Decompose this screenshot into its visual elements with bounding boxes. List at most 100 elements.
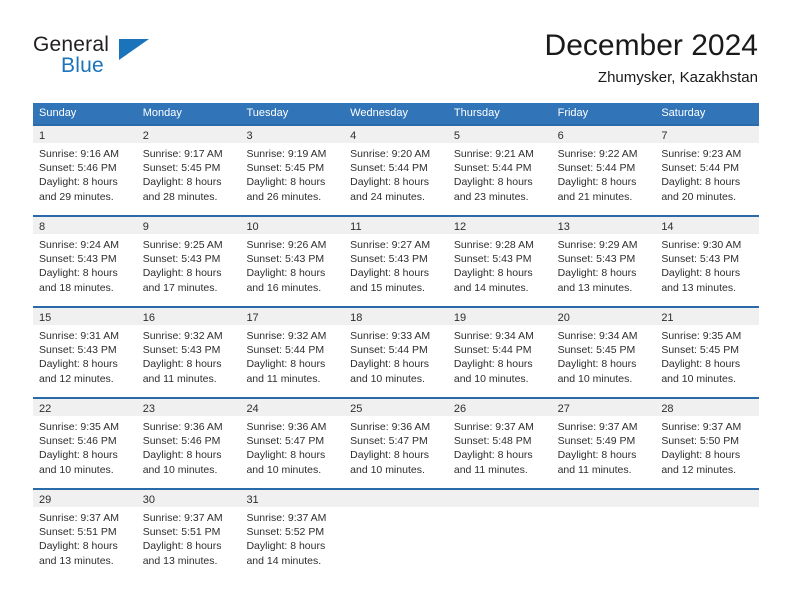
day-details: Sunrise: 9:36 AM Sunset: 5:46 PM Daylight:…: [137, 416, 241, 477]
weekday-header-wednesday: Wednesday: [350, 107, 409, 119]
daylight-text-line1: Daylight: 8 hours: [39, 358, 118, 371]
day-cell[interactable]: 24 Sunrise: 9:36 AM Sunset: 5:47 PM Dayligh…: [240, 399, 345, 486]
day-details: Sunrise: 9:24 AM Sunset: 5:43 PM Daylight:…: [33, 234, 137, 295]
day-cell[interactable]: 9 Sunrise: 9:25 AM Sunset: 5:43 PM Daylight…: [136, 217, 241, 304]
daylight-text-line1: Daylight: 8 hours: [246, 449, 326, 462]
day-number: 6: [557, 130, 564, 142]
daylight-text-line2: and 11 minutes.: [142, 372, 217, 385]
sunrise-text: Sunrise: 9:21 AM: [453, 148, 534, 160]
day-cell[interactable]: 1 Sunrise: 9:16 AM Sunset: 5:46 PM Daylight…: [33, 126, 137, 213]
day-cell[interactable]: 17 Sunrise: 9:32 AM Sunset: 5:44 PM Dayligh…: [240, 308, 345, 395]
daylight-text-line2: and 18 minutes.: [39, 281, 114, 294]
sunset-text: Sunset: 5:46 PM: [142, 435, 221, 448]
day-details: Sunrise: 9:35 AM Sunset: 5:45 PM Daylight:…: [655, 325, 759, 386]
daylight-text-line2: and 15 minutes.: [350, 281, 425, 294]
day-cell[interactable]: 11 Sunrise: 9:27 AM Sunset: 5:43 PM Dayligh…: [344, 217, 448, 304]
day-number: 29: [39, 494, 52, 506]
sunset-text: Sunset: 5:43 PM: [557, 253, 636, 266]
day-number: 30: [142, 494, 155, 506]
day-cell[interactable]: 31 Sunrise: 9:37 AM Sunset: 5:52 PM Dayligh…: [240, 490, 345, 577]
sunrise-text: Sunrise: 9:36 AM: [350, 421, 431, 433]
brand-logo[interactable]: General Blue: [33, 33, 233, 85]
day-cell[interactable]: 23 Sunrise: 9:36 AM Sunset: 5:46 PM Dayligh…: [136, 399, 241, 486]
sunset-text: Sunset: 5:44 PM: [453, 162, 532, 175]
day-cell[interactable]: 13 Sunrise: 9:29 AM Sunset: 5:43 PM Dayligh…: [551, 217, 656, 304]
day-details: Sunrise: 9:28 AM Sunset: 5:43 PM Daylight:…: [448, 234, 552, 295]
sunset-text: Sunset: 5:44 PM: [557, 162, 636, 175]
day-details: Sunrise: 9:22 AM Sunset: 5:44 PM Daylight:…: [552, 143, 656, 204]
daylight-text-line2: and 10 minutes.: [453, 372, 529, 385]
day-cell[interactable]: 26 Sunrise: 9:37 AM Sunset: 5:48 PM Dayligh…: [447, 399, 552, 486]
sunrise-text: Sunrise: 9:25 AM: [142, 239, 223, 251]
day-cell[interactable]: 28 Sunrise: 9:37 AM Sunset: 5:50 PM Dayligh…: [655, 399, 760, 486]
weeks-container: 1 Sunrise: 9:16 AM Sunset: 5:46 PM Daylight…: [33, 124, 760, 577]
daylight-text-line2: and 23 minutes.: [453, 190, 529, 203]
daylight-text-line2: and 10 minutes.: [39, 463, 114, 476]
daylight-text-line1: Daylight: 8 hours: [246, 267, 326, 280]
day-cell[interactable]: 14 Sunrise: 9:30 AM Sunset: 5:43 PM Dayligh…: [655, 217, 760, 304]
brand-name-blue: Blue: [61, 54, 104, 77]
day-cell[interactable]: 4 Sunrise: 9:20 AM Sunset: 5:44 PM Daylight…: [344, 126, 448, 213]
daylight-text-line1: Daylight: 8 hours: [39, 267, 118, 280]
day-number-band: 21: [655, 308, 760, 325]
day-cell[interactable]: 10 Sunrise: 9:26 AM Sunset: 5:43 PM Dayligh…: [240, 217, 345, 304]
sunrise-text: Sunrise: 9:37 AM: [453, 421, 534, 433]
day-cell[interactable]: 18 Sunrise: 9:33 AM Sunset: 5:44 PM Dayligh…: [344, 308, 448, 395]
day-number-band: 9: [136, 217, 241, 234]
day-details: Sunrise: 9:27 AM Sunset: 5:43 PM Daylight:…: [344, 234, 448, 295]
sunrise-text: Sunrise: 9:16 AM: [39, 148, 119, 160]
day-number-band: 14: [655, 217, 760, 234]
page-subtitle: Zhumysker, Kazakhstan: [597, 69, 758, 86]
daylight-text-line1: Daylight: 8 hours: [557, 358, 637, 371]
sunset-text: Sunset: 5:44 PM: [350, 344, 428, 357]
daylight-text-line1: Daylight: 8 hours: [142, 449, 222, 462]
day-number: 22: [39, 403, 52, 415]
day-cell[interactable]: 21 Sunrise: 9:35 AM Sunset: 5:45 PM Dayligh…: [655, 308, 760, 395]
calendar-page: General Blue December 2024 Zhumysker, Ka…: [0, 0, 792, 612]
day-cell[interactable]: 6 Sunrise: 9:22 AM Sunset: 5:44 PM Daylight…: [551, 126, 656, 213]
daylight-text-line2: and 26 minutes.: [246, 190, 322, 203]
daylight-text-line2: and 24 minutes.: [350, 190, 425, 203]
day-number: 18: [350, 312, 363, 324]
day-number-band: 2: [136, 126, 241, 143]
day-cell[interactable]: 8 Sunrise: 9:24 AM Sunset: 5:43 PM Daylight…: [33, 217, 137, 304]
daylight-text-line2: and 16 minutes.: [246, 281, 322, 294]
day-details: Sunrise: 9:36 AM Sunset: 5:47 PM Daylight:…: [240, 416, 344, 477]
day-cell[interactable]: 15 Sunrise: 9:31 AM Sunset: 5:43 PM Dayligh…: [33, 308, 137, 395]
day-cell[interactable]: 29 Sunrise: 9:37 AM Sunset: 5:51 PM Dayligh…: [33, 490, 137, 577]
day-number-band: 8: [33, 217, 137, 234]
day-cell[interactable]: 7 Sunrise: 9:23 AM Sunset: 5:44 PM Daylight…: [655, 126, 760, 213]
daylight-text-line1: Daylight: 8 hours: [142, 176, 222, 189]
day-cell[interactable]: 27 Sunrise: 9:37 AM Sunset: 5:49 PM Dayligh…: [551, 399, 656, 486]
day-cell[interactable]: 30 Sunrise: 9:37 AM Sunset: 5:51 PM Dayligh…: [136, 490, 241, 577]
day-cell[interactable]: 3 Sunrise: 9:19 AM Sunset: 5:45 PM Daylight…: [240, 126, 345, 213]
day-cell[interactable]: 25 Sunrise: 9:36 AM Sunset: 5:47 PM Dayligh…: [344, 399, 448, 486]
weekday-header-thursday: Thursday: [453, 107, 500, 119]
day-details: Sunrise: 9:23 AM Sunset: 5:44 PM Daylight:…: [655, 143, 759, 204]
triangle-logo-icon: [119, 39, 149, 60]
sunrise-text: Sunrise: 9:24 AM: [39, 239, 119, 251]
day-cell[interactable]: 20 Sunrise: 9:34 AM Sunset: 5:45 PM Dayligh…: [551, 308, 656, 395]
sunset-text: Sunset: 5:50 PM: [661, 435, 739, 448]
day-details: Sunrise: 9:37 AM Sunset: 5:52 PM Daylight:…: [240, 507, 344, 568]
sunset-text: Sunset: 5:44 PM: [453, 344, 532, 357]
weekday-header-friday: Friday: [557, 107, 589, 119]
daylight-text-line2: and 12 minutes.: [661, 463, 737, 476]
day-number-band: 29: [33, 490, 137, 507]
day-number: 15: [39, 312, 52, 324]
weekday-header-monday: Monday: [142, 107, 182, 119]
weekday-header-tuesday: Tuesday: [246, 107, 289, 119]
day-number: 23: [142, 403, 155, 415]
daylight-text-line1: Daylight: 8 hours: [453, 358, 533, 371]
day-number-band: 16: [136, 308, 241, 325]
day-cell[interactable]: 22 Sunrise: 9:35 AM Sunset: 5:46 PM Dayligh…: [33, 399, 137, 486]
day-cell[interactable]: 5 Sunrise: 9:21 AM Sunset: 5:44 PM Daylight…: [447, 126, 552, 213]
day-details: Sunrise: 9:37 AM Sunset: 5:51 PM Daylight:…: [137, 507, 241, 568]
daylight-text-line1: Daylight: 8 hours: [39, 449, 118, 462]
sunset-text: Sunset: 5:48 PM: [453, 435, 532, 448]
day-cell[interactable]: 2 Sunrise: 9:17 AM Sunset: 5:45 PM Daylight…: [136, 126, 241, 213]
day-number-band: [344, 490, 448, 507]
day-cell[interactable]: 16 Sunrise: 9:32 AM Sunset: 5:43 PM Dayligh…: [136, 308, 241, 395]
day-cell[interactable]: 19 Sunrise: 9:34 AM Sunset: 5:44 PM Dayligh…: [447, 308, 552, 395]
day-cell[interactable]: 12 Sunrise: 9:28 AM Sunset: 5:43 PM Dayligh…: [447, 217, 552, 304]
